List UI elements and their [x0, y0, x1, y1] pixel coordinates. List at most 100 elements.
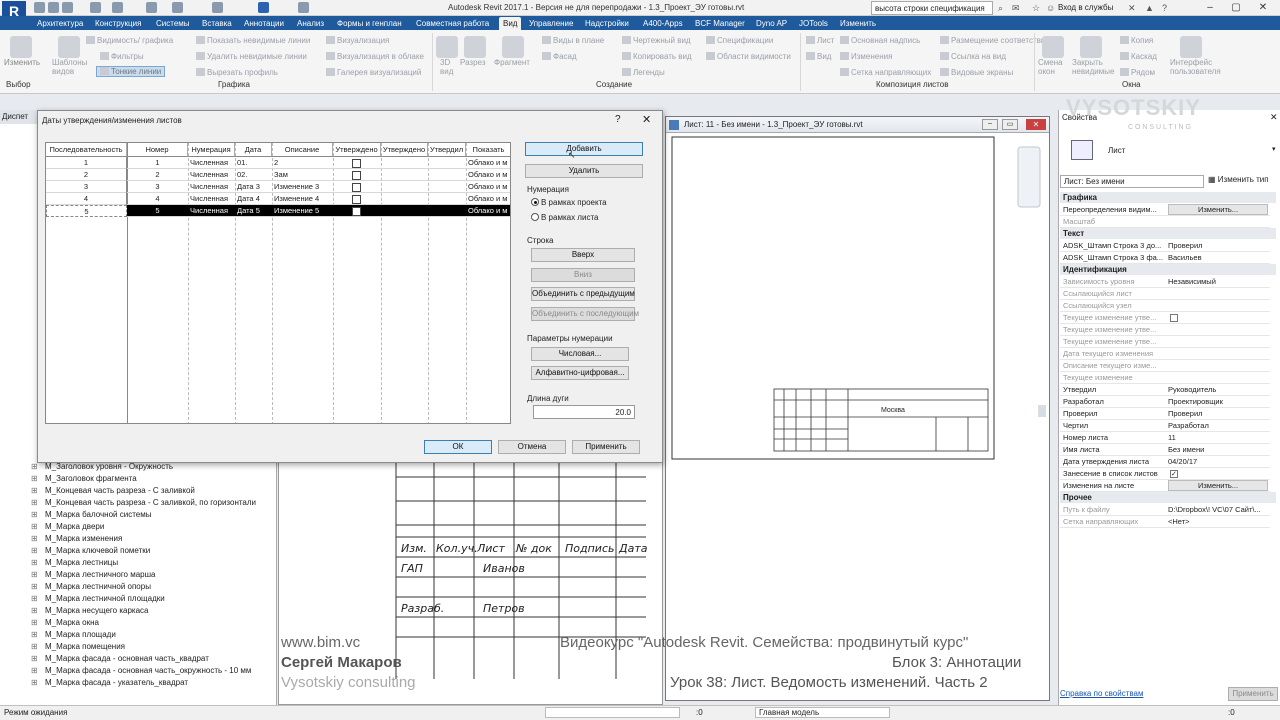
visibility-graphics-button[interactable]: Видимость/ графика	[86, 36, 173, 45]
filters-button[interactable]: Фильтры	[100, 52, 144, 61]
show-hidden-lines-button[interactable]: Показать невидимые линии	[196, 36, 310, 45]
browser-family-item[interactable]: М_Марка лестничной опоры	[31, 582, 151, 591]
plan-views-button[interactable]: Виды в плане	[542, 36, 604, 45]
col-header-show[interactable]: Показать	[466, 143, 510, 157]
table-cell-show[interactable]: Облако и м	[468, 193, 510, 205]
drafting-view-button[interactable]: Чертежный вид	[622, 36, 691, 45]
tab-systems[interactable]: Системы	[156, 17, 190, 30]
property-row[interactable]: Текущее изменение утве...	[1060, 312, 1270, 324]
table-cell-num[interactable]: 4	[127, 193, 188, 205]
prop-group-graphics[interactable]: Графика	[1060, 192, 1276, 203]
table-cell-num[interactable]: 1	[127, 157, 188, 169]
tab-view[interactable]: Вид	[499, 17, 522, 30]
table-cell-show[interactable]: Облако и м	[468, 181, 510, 193]
cascade-button[interactable]: Каскад	[1120, 52, 1157, 61]
table-cell-seq[interactable]: 2	[46, 169, 127, 181]
switch-windows-icon[interactable]	[298, 2, 309, 13]
table-cell-desc[interactable]: Зам	[274, 169, 333, 181]
property-row[interactable]: Изменения на листе Изменить...	[1060, 480, 1270, 492]
issued-checkbox[interactable]	[352, 182, 361, 192]
view-templates-button[interactable]: Шаблоны видов	[52, 58, 87, 76]
thin-lines-button[interactable]: Тонкие линии	[96, 66, 166, 77]
sync-icon[interactable]	[62, 2, 73, 13]
cloud-render-button[interactable]: Визуализация в облаке	[326, 52, 424, 61]
3d-view-button[interactable]: 3D вид	[440, 58, 456, 76]
tab-architecture[interactable]: Архитектура	[37, 17, 83, 30]
radio-per-sheet[interactable]	[531, 213, 539, 221]
property-row[interactable]: Путь к файлу D:\Dropbox\! VC\07 Сайт\...	[1060, 504, 1270, 516]
property-row[interactable]: Текущее изменение	[1060, 372, 1270, 384]
property-value[interactable]: <Нет>	[1168, 517, 1268, 526]
move-up-button[interactable]: Вверх	[531, 248, 635, 262]
viewports-button[interactable]: Видовые экраны	[940, 68, 1013, 77]
callout-button[interactable]: Фрагмент	[494, 58, 530, 67]
property-row[interactable]: Утвердил Руководитель	[1060, 384, 1270, 396]
issued-checkbox[interactable]	[352, 170, 361, 180]
table-cell-desc[interactable]: Изменение 3	[274, 181, 333, 193]
tab-insert[interactable]: Вставка	[202, 17, 232, 30]
property-row[interactable]: Ссылающийся лист	[1060, 288, 1270, 300]
select-panel-title[interactable]: Выбор	[6, 80, 31, 89]
legends-button[interactable]: Легенды	[622, 68, 665, 77]
col-header-sequence[interactable]: Последовательность	[46, 143, 127, 157]
table-cell-numbering[interactable]: Численная	[190, 181, 235, 193]
browser-family-item[interactable]: М_Марка балочной системы	[31, 510, 152, 519]
property-row[interactable]: ✓ Занесение в список листов	[1060, 468, 1270, 480]
table-cell-date[interactable]: Дата 5	[237, 205, 272, 217]
ok-button[interactable]: ОК	[424, 440, 492, 454]
search-icon[interactable]: ⌕	[998, 3, 1008, 13]
property-row[interactable]: Имя листа Без имени	[1060, 444, 1270, 456]
radio-per-sheet-label[interactable]: В рамках листа	[541, 213, 598, 222]
tab-massing[interactable]: Формы и генплан	[337, 17, 402, 30]
cut-profile-button[interactable]: Вырезать профиль	[196, 68, 278, 77]
subscription-icon[interactable]: ✉	[1012, 3, 1022, 13]
type-dropdown-icon[interactable]: ▾	[1272, 145, 1276, 153]
alphanumeric-settings-button[interactable]: Алфавитно-цифровая...	[531, 366, 629, 380]
type-selector-label[interactable]: Лист	[1108, 146, 1125, 155]
browser-family-item[interactable]: М_Заголовок уровня - Окружность	[31, 462, 173, 471]
col-header-issued[interactable]: Утверждено	[333, 143, 381, 157]
table-cell-num[interactable]: 2	[127, 169, 188, 181]
help-icon[interactable]: ?	[1162, 3, 1172, 13]
workset-select[interactable]	[545, 707, 680, 718]
numeric-settings-button[interactable]: Числовая...	[531, 347, 629, 361]
table-cell-show[interactable]: Облако и м	[468, 157, 510, 169]
close-hidden-icon[interactable]	[1080, 36, 1102, 58]
table-cell-desc[interactable]: 2	[274, 157, 333, 169]
merge-down-button[interactable]: Объединить с последующим	[531, 307, 639, 321]
col-header-date[interactable]: Дата	[235, 143, 272, 157]
sheet-close-icon[interactable]: ✕	[1026, 119, 1046, 130]
thin-lines-icon[interactable]	[258, 2, 269, 13]
table-cell-numbering[interactable]: Численная	[190, 157, 235, 169]
table-cell-numbering[interactable]: Численная	[190, 205, 235, 217]
table-cell-desc[interactable]: Изменение 4	[274, 193, 333, 205]
design-option-select[interactable]: Главная модель	[755, 707, 890, 718]
browser-family-item[interactable]: М_Марка фасада - основная часть_квадрат	[31, 654, 209, 663]
undo-icon[interactable]	[90, 2, 101, 13]
browser-family-item[interactable]: М_Марка площади	[31, 630, 116, 639]
property-row[interactable]: Номер листа 11	[1060, 432, 1270, 444]
property-value[interactable]: 11	[1168, 433, 1268, 442]
redo-icon[interactable]	[112, 2, 123, 13]
tab-manage[interactable]: Управление	[529, 17, 573, 30]
user-interface-button[interactable]: Интерфейс пользователя	[1170, 58, 1221, 76]
browser-family-item[interactable]: М_Концевая часть разреза - С заливкой, п…	[31, 498, 256, 507]
col-header-issued-to[interactable]: Утверждено	[381, 143, 428, 157]
browser-family-item[interactable]: М_Заголовок фрагмента	[31, 474, 137, 483]
tab-addins[interactable]: Надстройки	[585, 17, 629, 30]
browser-family-item[interactable]: М_Марка несущего каркаса	[31, 606, 149, 615]
search-input[interactable]: высота строки спецификация	[871, 1, 993, 15]
3d-view-icon[interactable]	[212, 2, 223, 13]
close-hidden-button[interactable]: Закрыть невидимые	[1072, 58, 1114, 76]
switch-windows-button[interactable]: Смена окон	[1038, 58, 1066, 76]
view-templates-icon[interactable]	[58, 36, 80, 58]
sign-in-link[interactable]: Вход в службы	[1058, 3, 1113, 12]
property-row[interactable]: Чертил Разработал	[1060, 420, 1270, 432]
tile-button[interactable]: Рядом	[1120, 68, 1155, 77]
issued-checkbox[interactable]	[352, 194, 361, 204]
property-value[interactable]: Руководитель	[1168, 385, 1268, 394]
arc-length-input[interactable]: 20.0	[533, 405, 635, 419]
favorites-icon[interactable]: ☆	[1032, 3, 1042, 13]
table-cell-seq[interactable]: 1	[46, 157, 127, 169]
property-row[interactable]: ADSK_Штамп Строка 3 до... Проверил	[1060, 240, 1270, 252]
